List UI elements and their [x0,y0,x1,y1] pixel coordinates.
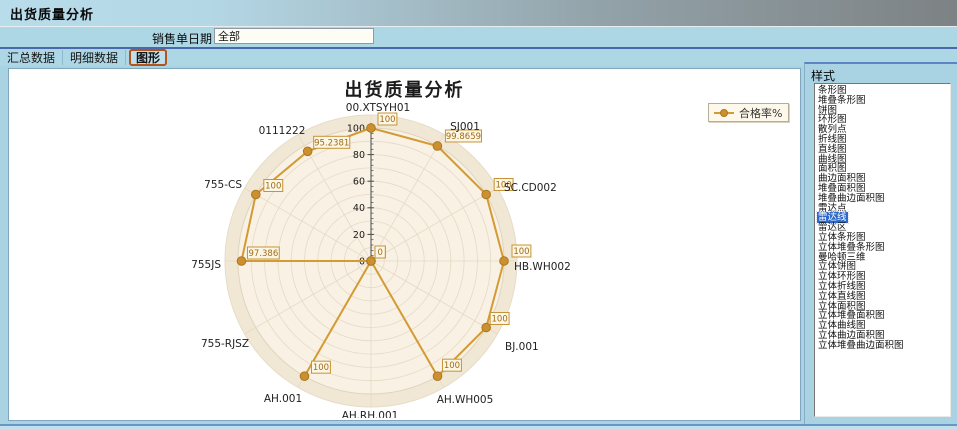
app-window: 出货质量分析 销售单日期 汇总数据 明细数据 图形 出货质量分析 0204060… [0,0,957,430]
radar-value-label: 0 [377,248,382,258]
radar-category-label: AH.WH005 [437,394,494,406]
radar-category-label: 0111222 [259,125,306,137]
filter-row: 销售单日期 [0,27,957,47]
radar-value-label: 95.2381 [314,138,349,148]
radar-value-label: 100 [444,361,460,371]
chart-panel: 出货质量分析 02040608010010099.865910010010010… [8,68,801,421]
window-title-bar: 出货质量分析 [0,0,957,27]
radar-category-label: SJ001 [450,121,480,133]
radar-category-label: 755JS [191,259,221,271]
radar-category-label: 755-CS [204,179,242,191]
radar-category-label: AH.001 [264,393,302,405]
radar-axis-tick-label: 40 [353,203,365,214]
radar-data-point [367,124,376,133]
tab-summary-data[interactable]: 汇总数据 [0,50,63,65]
radar-data-point [300,372,309,381]
window-title: 出货质量分析 [10,4,94,23]
sales-date-input[interactable] [214,28,374,44]
sales-date-label: 销售单日期 [152,30,212,47]
radar-value-label: 100 [492,315,508,325]
radar-data-point [433,372,442,381]
radar-value-label: 100 [513,247,529,257]
style-panel-title: 样式 [811,67,835,84]
radar-data-point [482,323,491,332]
chart-legend: 合格率% [708,103,789,122]
radar-value-label: 97.386 [249,249,279,259]
radar-category-label: 00.XTSYH01 [346,102,410,114]
radar-axis-tick-label: 80 [353,150,365,161]
radar-data-point [433,142,442,151]
radar-data-point [482,190,491,199]
legend-line-dot-icon [714,112,734,114]
radar-axis-tick-label: 60 [353,177,365,188]
radar-category-label: 755-RJSZ [201,338,249,350]
radar-value-label: 100 [313,363,329,373]
legend-label: 合格率% [739,105,782,121]
radar-category-label: AH.RH.001 [342,410,399,418]
style-list-item[interactable]: 立体堆叠曲边面积图 [817,341,950,351]
tab-detail-data[interactable]: 明细数据 [63,50,126,65]
radar-chart: 02040608010010099.8659100100100100010009… [9,69,798,418]
radar-value-label: 99.8659 [446,132,481,142]
radar-data-point [252,190,261,199]
radar-category-label: HB.WH002 [514,261,571,273]
radar-data-point [367,257,376,266]
radar-data-point [303,147,312,156]
radar-data-point [500,257,509,266]
radar-value-label: 100 [265,182,281,192]
style-panel: 样式 条形图堆叠条形图饼图环形图散列点折线图直线图曲线图面积图曲边面积图堆叠面积… [804,62,957,430]
radar-data-point [237,257,246,266]
style-listbox[interactable]: 条形图堆叠条形图饼图环形图散列点折线图直线图曲线图面积图曲边面积图堆叠面积图堆叠… [814,83,951,417]
radar-category-label: SC.CD002 [504,182,557,194]
tab-graph[interactable]: 图形 [129,49,167,66]
radar-axis-tick-label: 20 [353,230,365,241]
bottom-strip [0,426,957,430]
radar-category-label: BJ.001 [505,341,539,353]
radar-value-label: 100 [379,115,395,125]
